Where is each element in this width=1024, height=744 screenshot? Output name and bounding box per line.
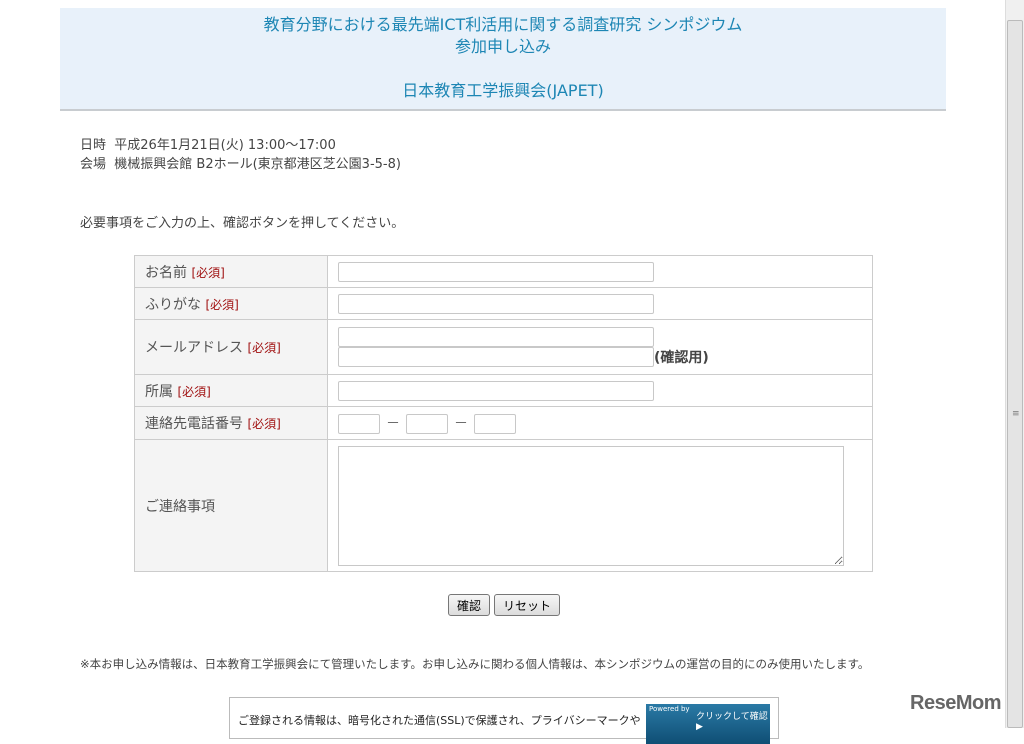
grip-icon: ≡ [1012, 409, 1020, 419]
registration-form: お名前 [必須] ふりがな [必須] メールアドレス [必須] (確認用) 所属… [134, 255, 873, 572]
privacy-note: ※本お申し込み情報は、日本教育工学振興会にて管理いたします。お申し込みに関わる個… [80, 657, 870, 671]
phone-input-3[interactable] [474, 413, 516, 434]
phone-input-1[interactable] [338, 413, 380, 434]
email-confirm-note: (確認用) [654, 350, 709, 366]
required-tag: [必須] [247, 341, 281, 355]
badge-label: クリックして確認 ▶ [696, 712, 768, 732]
badge-powered: Powered by [649, 705, 690, 713]
furigana-label: ふりがな [145, 296, 201, 313]
message-label: ご連絡事項 [145, 498, 215, 515]
resemom-watermark-logo: ReseMom [910, 692, 1001, 714]
required-tag: [必須] [247, 417, 281, 431]
furigana-input[interactable] [338, 293, 654, 314]
date-value: 平成26年1月21日(火) 13:00～17:00 [114, 138, 336, 153]
name-input[interactable] [338, 261, 654, 282]
reset-button[interactable]: リセット [494, 594, 561, 616]
ssl-text: ご登録される情報は、暗号化された通信(SSL)で保護され、プライバシーマークや [238, 714, 641, 727]
email-confirm-input[interactable] [338, 347, 654, 367]
affiliation-input[interactable] [338, 380, 654, 401]
affiliation-label: 所属 [145, 383, 173, 400]
ssl-seal-badge[interactable]: Powered by クリックして確認 ▶ [646, 704, 770, 744]
vertical-scrollbar[interactable]: ≡ [1005, 0, 1024, 728]
venue-value: 機械振興会館 B2ホール(東京都港区芝公園3-5-8) [114, 157, 401, 172]
scrollbar-thumb[interactable]: ≡ [1007, 20, 1023, 728]
required-tag: [必須] [191, 265, 225, 280]
message-textarea[interactable] [338, 445, 844, 566]
required-tag: [必須] [177, 384, 211, 399]
phone-separator: － [454, 415, 468, 432]
ssl-notice: ご登録される情報は、暗号化された通信(SSL)で保護され、プライバシーマークや … [229, 697, 779, 744]
page-title: 教育分野における最先端ICT利活用に関する調査研究 シンポジウム [263, 15, 743, 34]
organization-name: 日本教育工学振興会(JAPET) [402, 81, 604, 100]
required-tag: [必須] [205, 297, 239, 312]
instruction-text: 必要事項をご入力の上、確認ボタンを押してください。 [80, 216, 405, 231]
date-label: 日時 [80, 138, 107, 153]
form-buttons: 確認 リセット [448, 594, 564, 616]
event-info: 日時 平成26年1月21日(火) 13:00～17:00 会場 機械振興会館 B… [80, 136, 401, 174]
phone-label: 連絡先電話番号 [145, 416, 243, 432]
page-subtitle: 参加申し込み [454, 37, 551, 56]
name-label: お名前 [145, 264, 187, 281]
venue-label: 会場 [80, 157, 107, 172]
confirm-button[interactable]: 確認 [448, 594, 491, 616]
email-label: メールアドレス [145, 340, 243, 356]
email-input[interactable] [338, 327, 654, 347]
phone-separator: － [386, 415, 400, 432]
phone-input-2[interactable] [406, 413, 448, 434]
page-header: 教育分野における最先端ICT利活用に関する調査研究 シンポジウム 参加申し込み … [60, 8, 946, 111]
